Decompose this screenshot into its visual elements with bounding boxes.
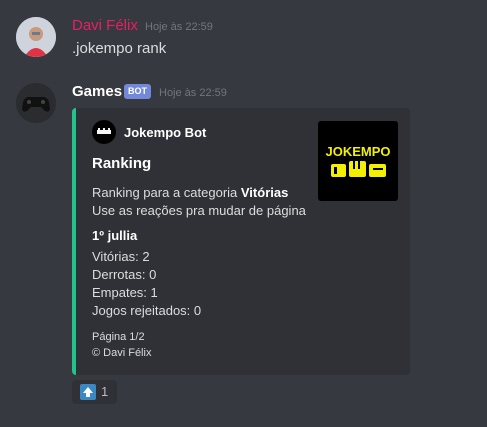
reaction-count: 1	[101, 384, 109, 399]
bot-badge: BOT	[124, 84, 151, 99]
user-avatar-icon	[16, 17, 56, 57]
embed: Jokempo Bot JOKEMPO Ranking Ranking para…	[72, 108, 410, 375]
avatar[interactable]	[16, 83, 56, 123]
timestamp: Hoje às 22:59	[145, 21, 213, 33]
description-bold: Vitórias	[240, 185, 289, 200]
jokempo-logo-icon: JOKEMPO	[325, 144, 391, 177]
embed-thumbnail[interactable]: JOKEMPO	[318, 121, 398, 201]
field-name: 1º jullia	[92, 228, 138, 243]
field-value: Vitórias: 2 Derrotas: 0 Empates: 1 Jogos…	[92, 248, 201, 320]
description-text: Ranking para a categoria	[92, 185, 241, 200]
footer-copyright: © Davi Félix	[92, 347, 152, 359]
description-line2: Use as reações pra mudar de página	[92, 203, 306, 218]
embed-author[interactable]: Jokempo Bot	[124, 125, 206, 140]
avatar[interactable]	[16, 17, 56, 57]
field-line: Vitórias: 2	[92, 249, 150, 264]
message-1: Davi Félix Hoje às 22:59 .jokempo rank	[0, 0, 487, 72]
author-icon	[92, 120, 116, 144]
reaction-button[interactable]: 1	[72, 380, 117, 404]
embed-description: Ranking para a categoria Vitórias Use as…	[92, 184, 306, 220]
username[interactable]: Davi Félix	[72, 17, 138, 34]
field-line: Jogos rejeitados: 0	[92, 303, 202, 318]
embed-footer: Página 1/2 © Davi Félix	[92, 329, 151, 361]
logo-text: JOKEMPO	[325, 144, 390, 159]
up-arrow-icon	[80, 384, 96, 400]
gamepad-avatar-icon	[16, 83, 56, 123]
field-line: Empates: 1	[92, 285, 158, 300]
username[interactable]: Games	[72, 83, 122, 100]
timestamp: Hoje às 22:59	[159, 87, 227, 99]
field-line: Derrotas: 0	[92, 267, 157, 282]
footer-page: Página 1/2	[92, 331, 145, 343]
embed-title: Ranking	[92, 155, 152, 172]
message-text: .jokempo rank	[72, 40, 167, 57]
